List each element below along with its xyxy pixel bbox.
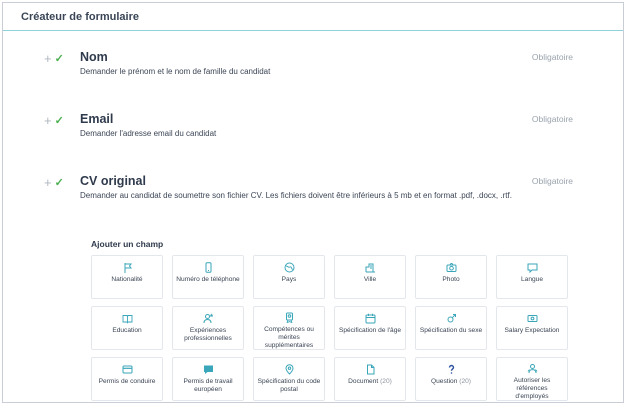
field-row-cv[interactable]: + ✓ CV original Demander au candidat de … xyxy=(3,174,623,214)
field-card-specification-du-sexe[interactable]: Spécification du sexe xyxy=(415,306,487,350)
field-name: Nom xyxy=(80,50,108,64)
field-card-label: Question (20) xyxy=(431,378,471,385)
card-icon xyxy=(121,363,133,375)
field-row-nom[interactable]: + ✓ Nom Demander le prénom et le nom de … xyxy=(3,50,623,90)
field-card-salary-expectation[interactable]: Salary Expectation xyxy=(496,306,568,350)
book-icon xyxy=(121,312,133,324)
field-card-label: Document (20) xyxy=(348,378,392,385)
field-card-label: Education xyxy=(112,327,142,334)
field-type-grid: Nationalité Numéro de téléphone Pays Ville P… xyxy=(91,255,568,401)
page-title: Créateur de formulaire xyxy=(21,10,139,23)
add-field-title: Ajouter un champ xyxy=(91,239,164,249)
user-star-icon xyxy=(202,312,214,324)
field-card-label: Pays xyxy=(281,276,297,283)
pin-icon xyxy=(283,363,295,375)
check-icon: ✓ xyxy=(54,115,64,127)
field-card-label: Permis de conduire xyxy=(98,378,156,385)
field-card-label: Salary Expectation xyxy=(504,327,560,334)
field-card-document[interactable]: Document (20) xyxy=(334,357,406,401)
message-icon xyxy=(202,363,214,375)
field-card-label: Langue xyxy=(520,276,543,283)
field-description: Demander au candidat de soumettre son fi… xyxy=(80,191,512,200)
field-description: Demander le prénom et le nom de famille … xyxy=(80,67,271,76)
phone-icon xyxy=(202,261,214,273)
required-badge: Obligatoire xyxy=(531,176,573,186)
field-card-autoriser-les-references-d-employes[interactable]: Autoriser les références d'employés xyxy=(496,357,568,401)
camera-icon xyxy=(445,261,457,273)
users-icon xyxy=(526,363,538,374)
field-card-question[interactable]: Question (20) xyxy=(415,357,487,401)
field-card-label: Ville xyxy=(363,276,377,283)
chat-icon xyxy=(526,261,538,273)
money-icon xyxy=(526,312,538,324)
field-card-education[interactable]: Education xyxy=(91,306,163,350)
check-icon: ✓ xyxy=(54,53,64,65)
field-card-label: Compétences ou mérites supplémentaires xyxy=(264,326,314,349)
badge-icon xyxy=(283,312,295,323)
field-row-email[interactable]: + ✓ Email Demander l'adresse email du ca… xyxy=(3,112,623,152)
field-card-numero-de-telephone[interactable]: Numéro de téléphone xyxy=(172,255,244,299)
city-icon xyxy=(364,261,376,273)
field-description: Demander l'adresse email du candidat xyxy=(80,129,217,138)
add-field-section: Ajouter un champ Nationalité Numéro de té… xyxy=(91,239,568,401)
field-card-langue[interactable]: Langue xyxy=(496,255,568,299)
field-card-competences-ou-merites-supplementaires[interactable]: Compétences ou mérites supplémentaires xyxy=(253,306,325,350)
required-badge: Obligatoire xyxy=(531,114,573,124)
field-card-label: Photo xyxy=(442,276,460,283)
calendar-icon xyxy=(364,312,376,324)
document-icon xyxy=(364,363,376,375)
field-card-permis-de-travail-europeen[interactable]: Permis de travail européen xyxy=(172,357,244,401)
field-card-ville[interactable]: Ville xyxy=(334,255,406,299)
field-card-count: (20) xyxy=(380,378,392,385)
field-card-label: Autoriser les références d'employés xyxy=(513,377,551,400)
field-name: Email xyxy=(80,112,114,126)
field-card-label: Expériences professionnelles xyxy=(184,327,232,342)
flag-icon xyxy=(121,261,133,273)
field-card-specification-de-l-age[interactable]: Spécification de l'âge xyxy=(334,306,406,350)
field-card-permis-de-conduire[interactable]: Permis de conduire xyxy=(91,357,163,401)
field-card-experiences-professionnelles[interactable]: Expériences professionnelles xyxy=(172,306,244,350)
plus-icon[interactable]: + xyxy=(44,52,52,65)
field-card-label: Spécification du sexe xyxy=(419,327,483,334)
field-name: CV original xyxy=(80,174,146,188)
panel-header: Créateur de formulaire xyxy=(3,3,623,31)
globe-icon xyxy=(283,261,295,273)
form-builder-panel: Créateur de formulaire + ✓ Nom Demander … xyxy=(2,2,624,403)
field-card-label: Spécification de l'âge xyxy=(338,327,402,334)
field-card-pays[interactable]: Pays xyxy=(253,255,325,299)
field-card-label: Numéro de téléphone xyxy=(176,276,240,283)
plus-icon[interactable]: + xyxy=(44,176,52,189)
field-card-label: Spécification du code postal xyxy=(257,378,321,393)
required-badge: Obligatoire xyxy=(531,52,573,62)
field-card-count: (20) xyxy=(459,378,471,385)
field-card-nationalite[interactable]: Nationalité xyxy=(91,255,163,299)
field-card-label: Permis de travail européen xyxy=(183,378,233,393)
plus-icon[interactable]: + xyxy=(44,114,52,127)
field-card-specification-du-code-postal[interactable]: Spécification du code postal xyxy=(253,357,325,401)
field-card-label: Nationalité xyxy=(111,276,143,283)
question-icon xyxy=(445,363,457,375)
field-card-photo[interactable]: Photo xyxy=(415,255,487,299)
check-icon: ✓ xyxy=(54,177,64,189)
gender-icon xyxy=(445,312,457,324)
